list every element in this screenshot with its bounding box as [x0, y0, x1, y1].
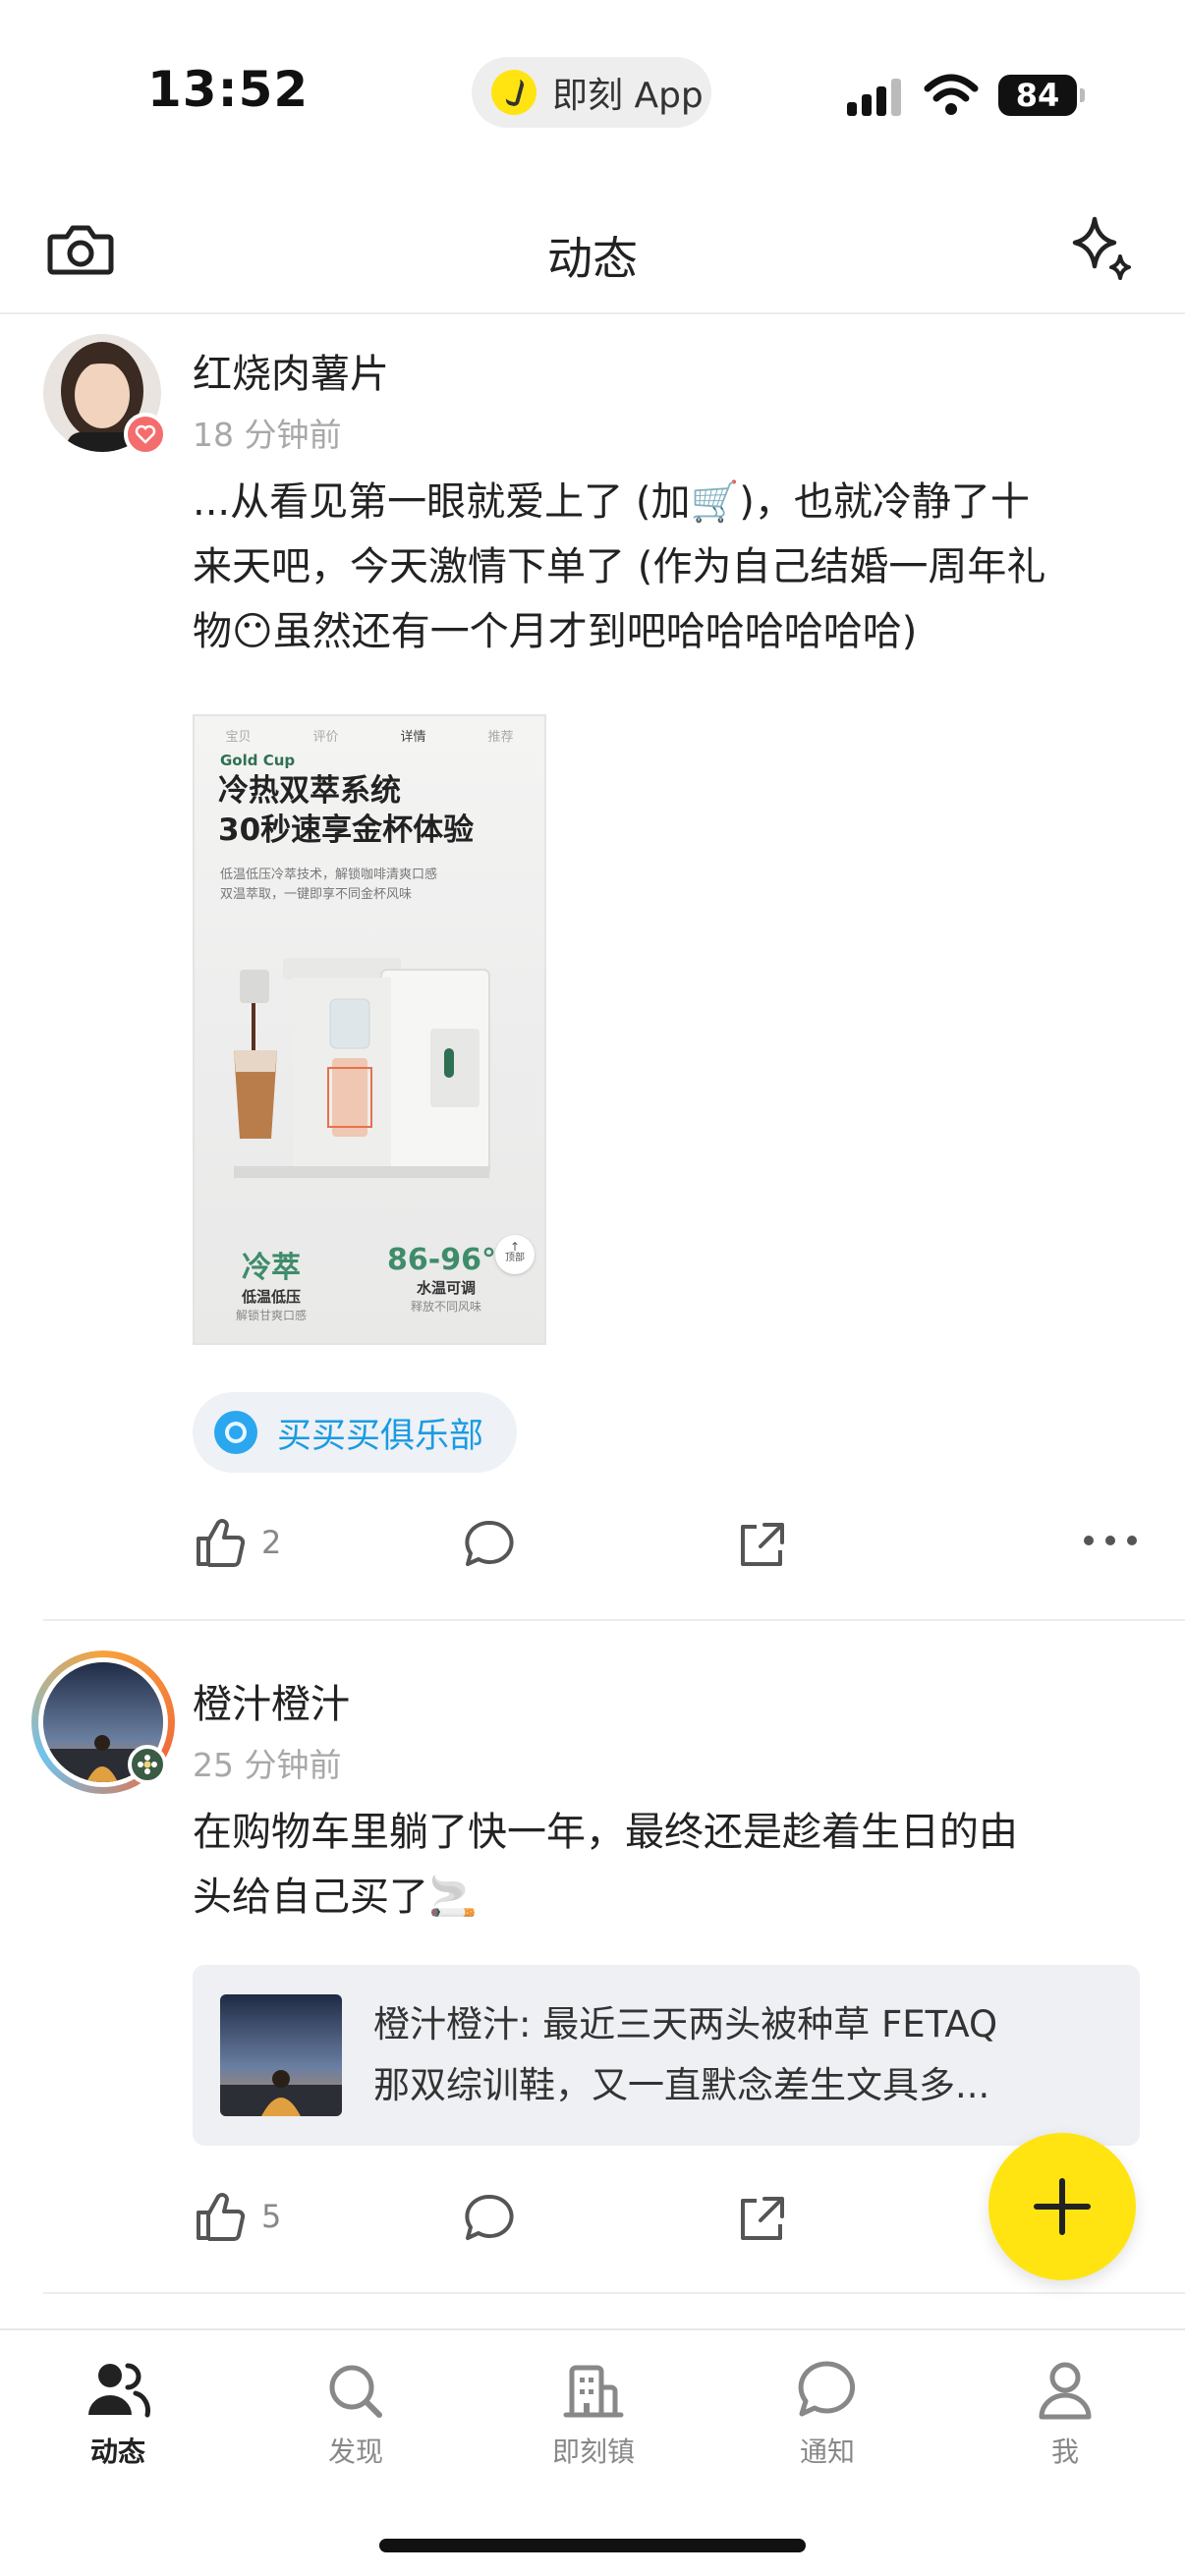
comment-icon[interactable] — [462, 1517, 517, 1572]
tab-label: 通知 — [799, 2436, 855, 2468]
cellular-signal-icon — [847, 79, 902, 116]
shared-post-line: 那双综训鞋，又一直默念差生文具多... — [373, 2064, 990, 2106]
post-divider — [43, 2292, 1185, 2294]
post-body-line: 物😶虽然还有一个月才到吧哈哈哈哈哈哈) — [193, 609, 918, 654]
chat-bubble-icon — [798, 2361, 856, 2417]
topic-chip[interactable]: 买买买俱乐部 — [193, 1392, 518, 1473]
person-icon — [1039, 2362, 1092, 2420]
post-username[interactable]: 红烧肉薯片 — [193, 342, 389, 399]
share-icon[interactable] — [735, 2191, 790, 2246]
image-scroll-top-button: ↑ 顶部 — [495, 1235, 535, 1274]
tab-discover[interactable]: 发现 — [267, 2360, 444, 2470]
sparkle-icon[interactable] — [1067, 213, 1136, 284]
image-subtext-line: 低温低压冷萃技术，解锁咖啡清爽口感 — [220, 868, 438, 882]
search-icon — [329, 2365, 382, 2418]
battery-indicator: 84 — [998, 75, 1085, 116]
back-to-app-pill[interactable]: 即刻 App — [472, 57, 711, 128]
top-nav-bar: 动态 — [0, 192, 1185, 314]
jike-logo-icon — [491, 70, 536, 115]
coffee-machine-illustration — [234, 958, 490, 1178]
users-icon — [88, 2363, 150, 2418]
share-icon[interactable] — [735, 1517, 790, 1572]
home-indicator — [379, 2539, 806, 2552]
post-image[interactable]: 宝贝 评价 详情 推荐 Gold Cup 冷热双萃系统 30秒速享金杯体验 低温… — [193, 714, 546, 1345]
tab-label: 动态 — [89, 2436, 145, 2468]
image-subtext-line: 双温萃取，一键即享不同金杯风味 — [220, 887, 413, 902]
heart-badge-icon — [124, 413, 167, 456]
post-body-line: 在购物车里躺了快一年，最终还是趁着生日的由 — [193, 1810, 1018, 1855]
tab-me[interactable]: 我 — [977, 2360, 1154, 2470]
shared-post-line: 橙汁橙汁: 最近三天两头被种草 FETAQ — [373, 2003, 998, 2045]
post-body: ...从看见第一眼就爱上了 (加🛒)，也就冷静了十 来天吧，今天激情下单了 (作… — [193, 470, 1146, 664]
more-options-icon[interactable] — [1083, 1533, 1138, 1548]
shared-post-thumbnail — [220, 1994, 342, 2116]
town-icon — [563, 2365, 624, 2418]
post-timestamp: 25 分钟前 — [193, 1746, 342, 1784]
tab-feed[interactable]: 动态 — [29, 2360, 206, 2470]
like-button[interactable]: 2 — [193, 1515, 281, 1570]
image-headline-line: 冷热双萃系统 — [218, 773, 401, 809]
post-body-line: 头给自己买了🚬 — [193, 1875, 478, 1920]
image-headline-line: 30秒速享金杯体验 — [218, 812, 475, 848]
image-stat-note: 释放不同风味 — [410, 1300, 481, 1314]
post-body-line: ...从看见第一眼就爱上了 (加🛒)，也就冷静了十 — [193, 479, 1030, 525]
shared-post-text: 橙汁橙汁: 最近三天两头被种草 FETAQ 那双综训鞋，又一直默念差生文具多..… — [373, 1994, 1110, 2116]
image-headline: 冷热双萃系统 30秒速享金杯体验 — [218, 771, 474, 850]
tab-label: 即刻镇 — [551, 2436, 635, 2468]
status-time: 13:52 — [147, 61, 310, 118]
image-stat-value: 冷萃 — [242, 1251, 301, 1285]
image-tab: 详情 — [400, 730, 426, 745]
tab-label: 发现 — [327, 2436, 383, 2468]
image-stat-right: 86-96℃ 水温可调 释放不同风味 — [387, 1243, 518, 1315]
post-body-line: 来天吧，今天激情下单了 (作为自己结婚一周年礼 — [193, 544, 1046, 589]
thumbs-up-icon — [197, 2193, 246, 2241]
image-scroll-top-label: 顶部 — [505, 1253, 525, 1263]
wifi-icon — [924, 74, 979, 115]
post-timestamp: 18 分钟前 — [193, 416, 342, 454]
shared-post-card[interactable]: 橙汁橙汁: 最近三天两头被种草 FETAQ 那双综训鞋，又一直默念差生文具多..… — [193, 1965, 1140, 2146]
image-tab: 推荐 — [487, 730, 514, 745]
topic-label: 买买买俱乐部 — [277, 1416, 484, 1456]
image-tab: 宝贝 — [225, 730, 252, 745]
create-post-button[interactable] — [988, 2133, 1136, 2280]
tab-label: 我 — [1050, 2436, 1079, 2468]
comment-icon[interactable] — [462, 2191, 517, 2246]
image-stat-left: 冷萃 低温低压 解锁甘爽口感 — [212, 1243, 330, 1323]
like-button[interactable]: 5 — [193, 2189, 281, 2244]
post-username[interactable]: 橙汁橙汁 — [193, 1672, 350, 1729]
image-stat-value: 86-96℃ — [387, 1243, 518, 1277]
like-count: 5 — [261, 2198, 282, 2235]
image-stat-label: 低温低压 — [241, 1288, 301, 1306]
page-title: 动态 — [547, 232, 638, 285]
image-subtext: 低温低压冷萃技术，解锁咖啡清爽口感 双温萃取，一键即享不同金杯风味 — [220, 866, 437, 905]
like-count: 2 — [261, 1524, 282, 1561]
image-stat-label: 水温可调 — [416, 1279, 476, 1297]
post-divider — [43, 1619, 1185, 1621]
flower-badge-icon — [128, 1745, 167, 1784]
image-brand: Gold Cup — [220, 752, 296, 769]
image-tabs: 宝贝 评价 详情 推荐 — [195, 726, 544, 745]
image-stat-note: 解锁甘爽口感 — [235, 1309, 307, 1322]
tab-notifications[interactable]: 通知 — [739, 2360, 916, 2470]
post-body: 在购物车里躺了快一年，最终还是趁着生日的由 头给自己买了🚬 — [193, 1800, 1146, 1930]
topic-circle-icon — [214, 1411, 257, 1454]
plus-icon — [1034, 2178, 1091, 2235]
app-pill-label: 即刻 App — [552, 76, 704, 116]
tab-town[interactable]: 即刻镇 — [505, 2360, 682, 2470]
image-tab: 评价 — [312, 730, 339, 745]
thumbs-up-icon — [197, 1519, 246, 1567]
status-bar: 13:52 即刻 App 84 — [0, 0, 1185, 187]
